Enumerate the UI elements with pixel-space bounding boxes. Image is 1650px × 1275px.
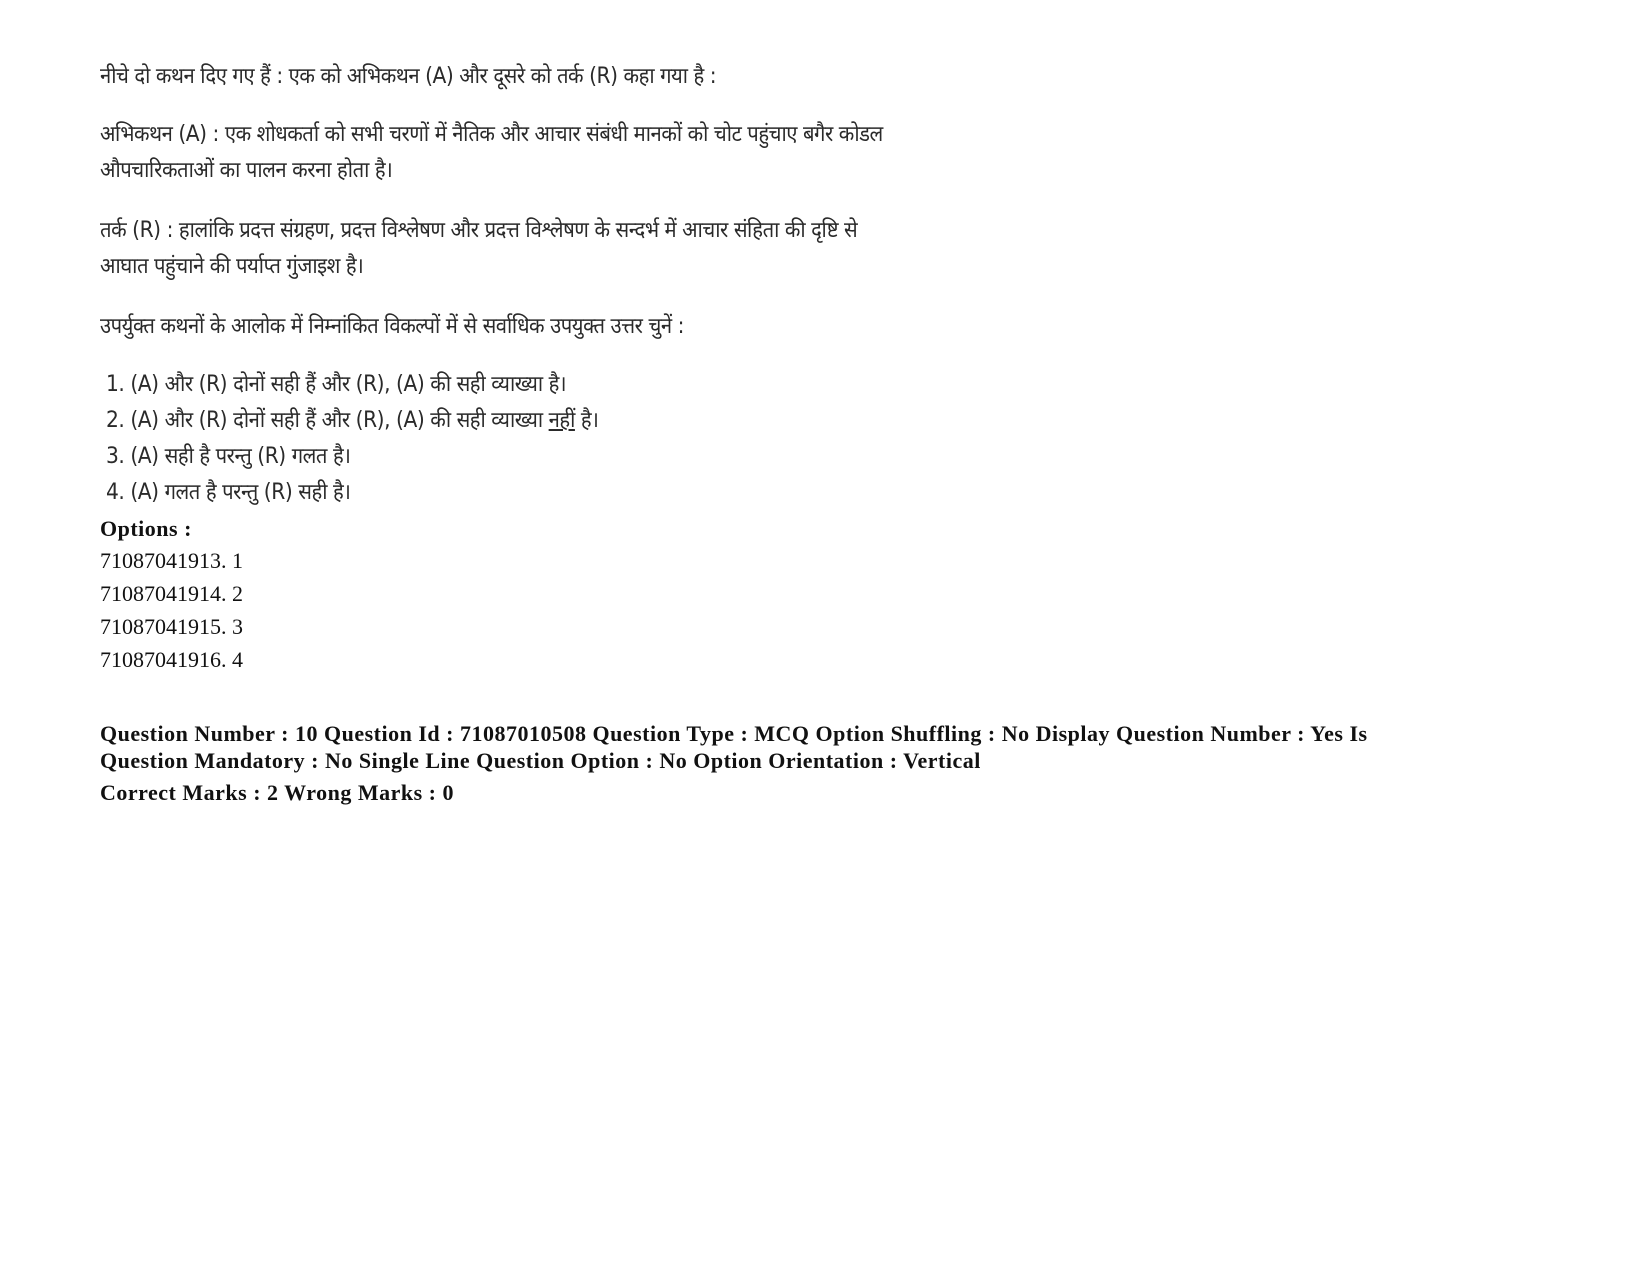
question-meta-line-1: Question Number : 10 Question Id : 71087… [100,721,1368,746]
choice-2-text: 2. (A) और (R) दोनों सही हैं और (R), (A) … [106,408,549,433]
option-item: 71087041915. 3 [100,614,243,639]
choice-2-end: है। [574,408,599,433]
assertion-line-1: अभिकथन (A) : एक शोधकर्ता को सभी चरणों मे… [100,122,883,147]
choice-2-emphasis: नहीं [548,408,576,433]
choice-4: 4. (A) गलत है परन्तु (R) सही है। [106,480,351,505]
marks-info: Correct Marks : 2 Wrong Marks : 0 [100,780,454,805]
question-intro: नीचे दो कथन दिए गए हैं : एक को अभिकथन (A… [100,64,717,89]
choice-3: 3. (A) सही है परन्तु (R) गलत है। [106,444,351,469]
assertion-line-2: औपचारिकताओं का पालन करना होता है। [100,158,393,183]
reason-line-1: तर्क (R) : हालांकि प्रदत्त संग्रहण, प्रद… [100,218,858,243]
choice-1: 1. (A) और (R) दोनों सही हैं और (R), (A) … [106,372,567,397]
question-instruction: उपर्युक्त कथनों के आलोक में निम्नांकित व… [100,314,684,339]
option-item: 71087041914. 2 [100,581,243,606]
question-meta-line-2: Question Mandatory : No Single Line Ques… [100,748,981,773]
reason-line-2: आघात पहुंचाने की पर्याप्त गुंजाइश है। [100,254,364,279]
choice-2: 2. (A) और (R) दोनों सही हैं और (R), (A) … [106,404,599,434]
option-item: 71087041913. 1 [100,548,243,573]
options-heading: Options : [100,516,192,541]
option-item: 71087041916. 4 [100,647,243,672]
